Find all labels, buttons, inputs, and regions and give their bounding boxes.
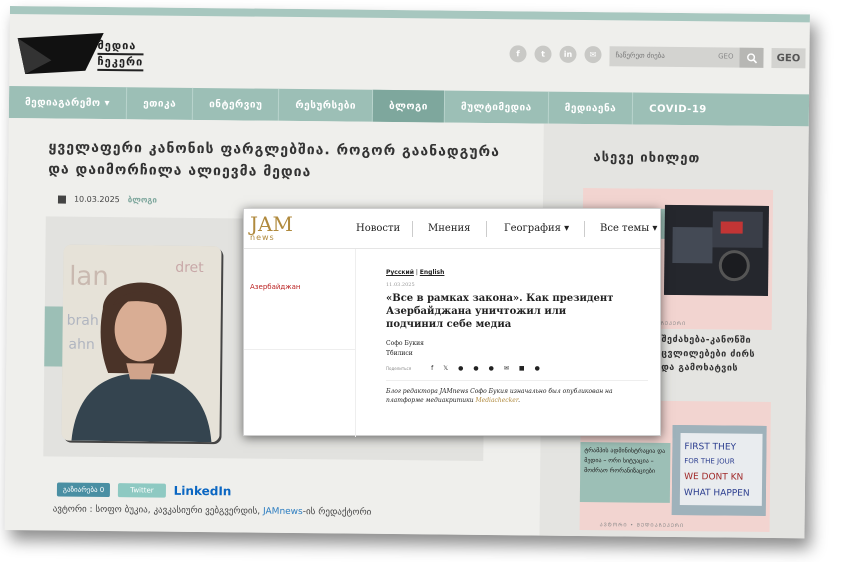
author-photo: lan brah ahn dret xyxy=(61,244,222,443)
search-icon xyxy=(746,52,757,63)
jamnews-nav-all-topics[interactable]: Все темы ▾ xyxy=(600,223,657,234)
jamnews-nav-news[interactable]: Новости xyxy=(356,223,400,234)
divider xyxy=(244,349,356,350)
chevron-down-icon: ▾ xyxy=(652,223,658,234)
jamnews-byline: Софо Букия Тбилиси xyxy=(386,339,656,359)
author-prefix: ავტორი : სოფო ბუკია, კავკასიური ვებგვერდ… xyxy=(52,504,264,517)
sign-line-3: WE DONT KN xyxy=(684,472,743,483)
card-2-title[interactable]: ტრამპის ადმინისტრაცია და მედია – ორი სიტ… xyxy=(584,446,670,477)
card-2-image: FIRST THEY FOR THE JOUR WE DONT KN WHAT … xyxy=(671,424,767,516)
author-suffix: -ის რედაქტორი xyxy=(302,507,372,518)
email-icon[interactable]: ✉ xyxy=(504,365,509,372)
nav-geography-label: География xyxy=(504,223,561,234)
jamnews-header: JAM news Новости Мнения География ▾ Все … xyxy=(244,209,660,249)
card-1-title-2[interactable]: ცვლილებები ძირს xyxy=(661,347,755,362)
logo-line-2: ჩეკერი xyxy=(97,54,144,72)
nav-separator xyxy=(584,221,585,237)
copy-link-icon[interactable]: ■ xyxy=(519,365,525,372)
telegram-icon[interactable]: ● xyxy=(489,365,494,372)
jamnews-intro: Блог редактора JAMnews Софо Букия изнача… xyxy=(386,380,648,405)
jamnews-logo[interactable]: JAM news xyxy=(250,214,293,242)
card-1-title-1[interactable]: შეძახება-კანონში xyxy=(661,333,751,348)
nav-item-medialanguage[interactable]: მედიაენა xyxy=(548,91,634,125)
search-placeholder: ჩაწერეთ ძიება xyxy=(615,51,665,60)
jamnews-author[interactable]: Софо Букия xyxy=(386,339,656,349)
share-buttons: გაზიარება 0 Twitter LinkedIn xyxy=(56,482,232,499)
jamnews-overlay: JAM news Новости Мнения География ▾ Все … xyxy=(243,208,661,437)
sign-line-1: FIRST THEY xyxy=(684,442,736,453)
jamnews-share-bar: Поделиться f 𝕏 ● ● ● ✉ ■ ● xyxy=(386,365,656,372)
jamnews-city: Тбилиси xyxy=(386,350,413,357)
facebook-icon[interactable]: f xyxy=(509,45,527,63)
nav-separator xyxy=(486,221,487,237)
article-category[interactable]: ბლოგი xyxy=(128,195,157,204)
facebook-share-button[interactable]: გაზიარება 0 xyxy=(56,482,111,498)
jamnews-article: Русский | English 11.03.2025 «Все в рамк… xyxy=(386,269,656,405)
mediachecker-logo[interactable] xyxy=(15,30,105,75)
twitter-share-button[interactable]: Twitter xyxy=(118,483,166,498)
share-label: Поделиться xyxy=(386,366,412,371)
nav-item-multimedia[interactable]: მულტიმედია xyxy=(444,90,549,124)
mail-icon[interactable]: ✉ xyxy=(584,46,602,64)
card-1-title-3[interactable]: და გამოხატვის xyxy=(661,361,738,376)
card-1-image xyxy=(664,204,769,296)
nav-item-blog[interactable]: ბლოგი xyxy=(372,89,446,123)
jamnews-left-column: Азербайджан xyxy=(244,249,356,437)
article-date: 10.03.2025 xyxy=(73,194,120,205)
logo-line-1: მედია xyxy=(97,38,144,56)
print-icon[interactable]: ● xyxy=(535,365,540,372)
article-title: ყველაფერი კანონის ფარგლებშია. როგორ გაან… xyxy=(48,139,500,181)
logo-wordmark[interactable]: მედია ჩეკერი xyxy=(97,38,144,72)
facebook-icon[interactable]: f xyxy=(431,365,433,372)
sidebar-title: ასევე იხილეთ xyxy=(593,150,701,167)
mediachecker-link[interactable]: Mediachecker xyxy=(476,397,519,404)
language-switch: Русский | English xyxy=(386,269,656,276)
author-jamnews-link[interactable]: JAMnews xyxy=(263,507,303,517)
calendar-icon xyxy=(57,195,67,204)
nav-item-media-environment[interactable]: მედიაგარემო ▾ xyxy=(8,85,128,120)
jamnews-nav-opinions[interactable]: Мнения xyxy=(428,223,470,234)
x-icon[interactable]: 𝕏 xyxy=(443,365,448,372)
lang-english[interactable]: English xyxy=(420,269,445,276)
nav-separator xyxy=(412,221,413,237)
jamnews-nav-geography[interactable]: География ▾ xyxy=(504,223,569,234)
region-tag[interactable]: Азербайджан xyxy=(250,283,300,291)
social-links: f t in ✉ xyxy=(509,45,602,64)
wall-text-2: brah xyxy=(67,313,99,329)
chevron-down-icon: ▾ xyxy=(564,223,570,234)
jamnews-headline: «Все в рамках закона». Как президент Азе… xyxy=(386,293,614,330)
jamnews-date: 11.03.2025 xyxy=(386,282,415,288)
nav-all-topics-label: Все темы xyxy=(600,223,650,234)
wall-text-4: dret xyxy=(175,260,204,276)
wall-text-1: lan xyxy=(69,262,109,292)
top-accent-bar xyxy=(9,6,810,23)
lang-separator: | xyxy=(415,269,418,276)
nav-item-interview[interactable]: ინტერვიუ xyxy=(193,87,280,121)
search-input[interactable]: ჩაწერეთ ძიება GEO xyxy=(609,46,740,68)
search-lang-hint: GEO xyxy=(718,52,734,61)
lang-russian[interactable]: Русский xyxy=(386,269,414,276)
linkedin-icon[interactable]: in xyxy=(559,45,577,63)
card-2-footer: ᲐᲕᲢᲝᲠᲘ • ᲛᲔᲓᲘᲐᲩᲔᲙᲔᲠᲘ xyxy=(599,522,685,530)
sign-line-2: FOR THE JOUR xyxy=(684,457,735,466)
nav-item-resources[interactable]: რესურსები xyxy=(279,88,374,122)
linkedin-share-button[interactable]: LinkedIn xyxy=(174,484,232,499)
sign-line-4: WHAT HAPPEN xyxy=(684,488,750,499)
wall-text-3: ahn xyxy=(68,337,94,353)
language-button[interactable]: GEO xyxy=(771,47,806,69)
twitter-icon[interactable]: t xyxy=(534,45,552,63)
nav-item-covid[interactable]: COVID-19 xyxy=(633,93,723,126)
article-meta: 10.03.2025 ბლოგი xyxy=(57,194,157,205)
messenger-icon[interactable]: ● xyxy=(473,365,478,372)
intro-end: . xyxy=(518,397,520,404)
nav-item-ethics[interactable]: ეთიკა xyxy=(126,87,194,120)
whatsapp-icon[interactable]: ● xyxy=(458,365,463,372)
author-line: ავტორი : სოფო ბუკია, კავკასიური ვებგვერდ… xyxy=(53,504,372,517)
search-button[interactable] xyxy=(739,47,764,68)
